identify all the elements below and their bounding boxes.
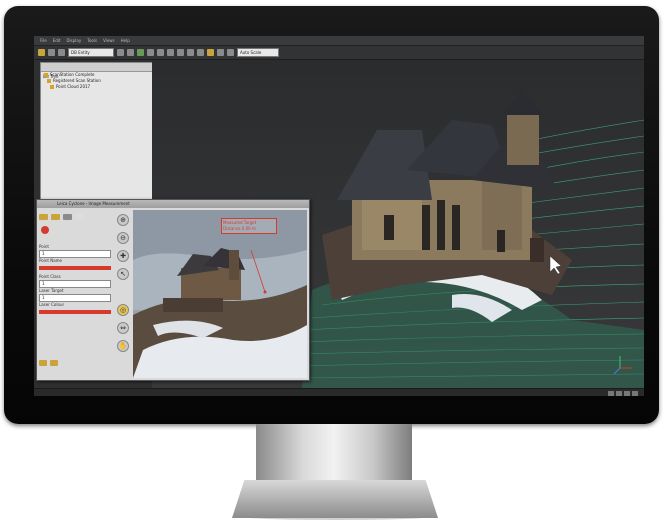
folder-icon: [44, 73, 48, 77]
menu-views[interactable]: Views: [103, 38, 115, 43]
menu-help[interactable]: Help: [121, 38, 130, 43]
menu-bar: File Edit Display Tools Views Help: [34, 36, 644, 46]
dialog-bottom-icons: [39, 360, 111, 366]
stop-icon[interactable]: [41, 226, 49, 234]
tree-item[interactable]: Point Cloud 2017: [41, 84, 152, 90]
nav-left-icon[interactable]: [608, 391, 614, 396]
zoom-out-icon[interactable]: [127, 49, 134, 56]
cloud-icon: [50, 85, 54, 89]
menu-tools[interactable]: Tools: [87, 38, 97, 43]
grid-icon[interactable]: [227, 49, 234, 56]
select-icon[interactable]: [157, 49, 164, 56]
zoom-in-icon[interactable]: [117, 49, 124, 56]
view-dropdown[interactable]: DB Entity: [68, 48, 114, 57]
nav-icons: [608, 391, 638, 396]
nav-fit-icon[interactable]: [632, 391, 638, 396]
folder-icon: [47, 79, 51, 83]
zoom-out-icon[interactable]: ⊖: [117, 232, 129, 244]
laser-colour-bar[interactable]: [39, 310, 111, 314]
clear-icon[interactable]: [75, 214, 84, 220]
screen: File Edit Display Tools Views Help DB En…: [34, 36, 644, 396]
pointer-icon[interactable]: ↖: [117, 268, 129, 280]
menu-display[interactable]: Display: [66, 38, 81, 43]
measure-icon[interactable]: ⇔: [117, 322, 129, 334]
dialog-toolbar: [39, 214, 111, 220]
nav-home-icon[interactable]: [624, 391, 630, 396]
annotation-line-2: Distance 0.00 m: [223, 226, 256, 231]
camera-icon[interactable]: [207, 49, 214, 56]
church-window: [422, 205, 430, 250]
church-door: [530, 238, 544, 262]
measure-icon[interactable]: [167, 49, 174, 56]
target-icon[interactable]: ◎: [117, 304, 129, 316]
zoom-in-icon[interactable]: ⊕: [117, 214, 129, 226]
monitor-bezel: File Edit Display Tools Views Help DB En…: [4, 6, 659, 424]
layers-icon[interactable]: [187, 49, 194, 56]
monitor-stand-base: [232, 480, 438, 518]
save-icon[interactable]: [48, 49, 55, 56]
point-class-field[interactable]: 1: [39, 280, 111, 288]
menu-edit[interactable]: Edit: [53, 38, 61, 43]
tower-body: [507, 115, 539, 165]
point-name-bar[interactable]: [39, 266, 111, 270]
pan-icon[interactable]: ✚: [117, 250, 129, 262]
church-window: [497, 230, 505, 252]
rotate-icon[interactable]: [147, 49, 154, 56]
status-bar: [34, 388, 644, 396]
church-window: [452, 205, 460, 250]
open-folder-icon[interactable]: [39, 214, 48, 220]
dialog-tool-column: ⊕ ⊖ ✚ ↖ ◎ ⇔ ✋: [115, 210, 131, 382]
db-tree-title: DB Tree: [41, 63, 152, 79]
church-window: [437, 200, 445, 250]
measurement-annotation: Measured Target Distance 0.00 m: [221, 218, 277, 234]
tower-roof: [502, 90, 544, 115]
nav-right-icon[interactable]: [616, 391, 622, 396]
filter-icon[interactable]: [177, 49, 184, 56]
pan-icon[interactable]: [137, 49, 144, 56]
dialog-form: Point 1 Point Name Point Class 1 Laser T…: [39, 210, 111, 378]
export-icon[interactable]: [63, 214, 72, 220]
church-photo: [133, 210, 307, 378]
scale-dropdown[interactable]: Auto Scale: [237, 48, 279, 57]
photo-view[interactable]: Measured Target Distance 0.00 m: [133, 210, 307, 378]
image-measurement-dialog: Leica Cyclone - Image Measurement Point …: [36, 199, 310, 381]
folder-icon[interactable]: [50, 360, 58, 366]
light-icon[interactable]: [217, 49, 224, 56]
point-field[interactable]: 1: [39, 250, 111, 258]
hand-icon[interactable]: ✋: [117, 340, 129, 352]
settings-icon[interactable]: [197, 49, 204, 56]
field-label: Laser Colour: [39, 302, 65, 307]
field-label: Point Name: [39, 258, 63, 263]
church-window: [384, 215, 394, 240]
folder-icon[interactable]: [39, 360, 47, 366]
print-icon[interactable]: [58, 49, 65, 56]
save-folder-icon[interactable]: [51, 214, 60, 220]
open-icon[interactable]: [38, 49, 45, 56]
toolbar: DB Entity Auto Scale: [34, 46, 644, 60]
dialog-title: Leica Cyclone - Image Measurement: [37, 200, 309, 208]
laser-target-field[interactable]: 1: [39, 294, 111, 302]
menu-file[interactable]: File: [40, 38, 47, 43]
monitor-stand-neck: [256, 424, 412, 482]
tree-item-label: Point Cloud 2017: [56, 84, 91, 89]
